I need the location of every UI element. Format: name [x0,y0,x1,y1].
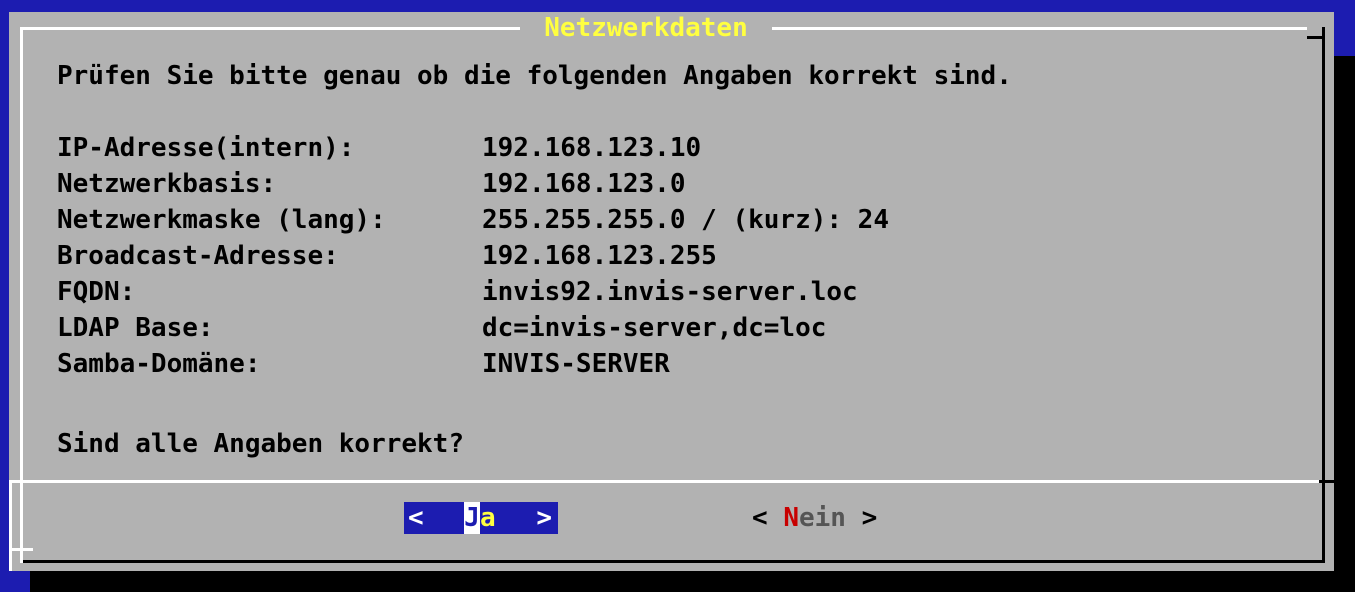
row-label: LDAP Base: [57,313,214,343]
row-ip-address: IP-Adresse(intern): 192.168.123.10 [57,130,889,166]
border-right-tick [1307,36,1322,39]
terminal-screen: Netzwerkdaten Prüfen Sie bitte genau ob … [0,0,1355,592]
dialog-intro-text: Prüfen Sie bitte genau ob die folgenden … [57,61,1012,91]
no-button-hotkey: N [783,503,799,533]
border-top-left [20,27,520,30]
row-value: 192.168.123.10 [482,133,702,163]
yes-button-hotkey: J [464,502,480,534]
no-button-right-bracket: > [845,503,878,533]
border-bottom [23,560,1325,563]
row-label: Netzwerkmaske (lang): [57,205,386,235]
button-separator-end [1319,480,1335,483]
row-value: invis92.invis-server.loc [482,277,858,307]
row-netmask: Netzwerkmaske (lang): 255.255.255.0 / (k… [57,202,889,238]
yes-button-label-rest: a [480,503,496,533]
row-label: Netzwerkbasis: [57,169,277,199]
row-broadcast: Broadcast-Adresse: 192.168.123.255 [57,238,889,274]
no-button-left-bracket: < [752,503,784,533]
confirmation-question: Sind alle Angaben korrekt? [57,429,464,459]
no-button[interactable]: < Nein > [752,502,912,534]
row-label: Samba-Domäne: [57,349,261,379]
dialog-title: Netzwerkdaten [544,13,748,43]
yes-button-right-bracket: > [536,503,552,533]
row-value: 192.168.123.0 [482,169,686,199]
row-fqdn: FQDN: invis92.invis-server.loc [57,274,889,310]
row-samba-domain: Samba-Domäne: INVIS-SERVER [57,346,889,382]
yes-button[interactable]: < J a > [404,502,558,534]
no-button-label-rest: ein [798,503,846,533]
row-value: 255.255.255.0 / (kurz): 24 [482,205,889,235]
button-area-left-border [9,480,12,571]
row-value: dc=invis-server,dc=loc [482,313,827,343]
row-value: INVIS-SERVER [482,349,670,379]
network-data-list: IP-Adresse(intern): 192.168.123.10 Netzw… [57,130,889,382]
row-value: 192.168.123.255 [482,241,717,271]
row-label: IP-Adresse(intern): [57,133,355,163]
row-label: Broadcast-Adresse: [57,241,339,271]
yes-button-left-bracket: < [408,503,424,533]
row-label: FQDN: [57,277,136,307]
button-area-bottom-tick [9,548,33,551]
row-network-base: Netzwerkbasis: 192.168.123.0 [57,166,889,202]
border-top-right [772,27,1307,30]
row-ldap-base: LDAP Base: dc=invis-server,dc=loc [57,310,889,346]
button-separator [9,480,1319,483]
